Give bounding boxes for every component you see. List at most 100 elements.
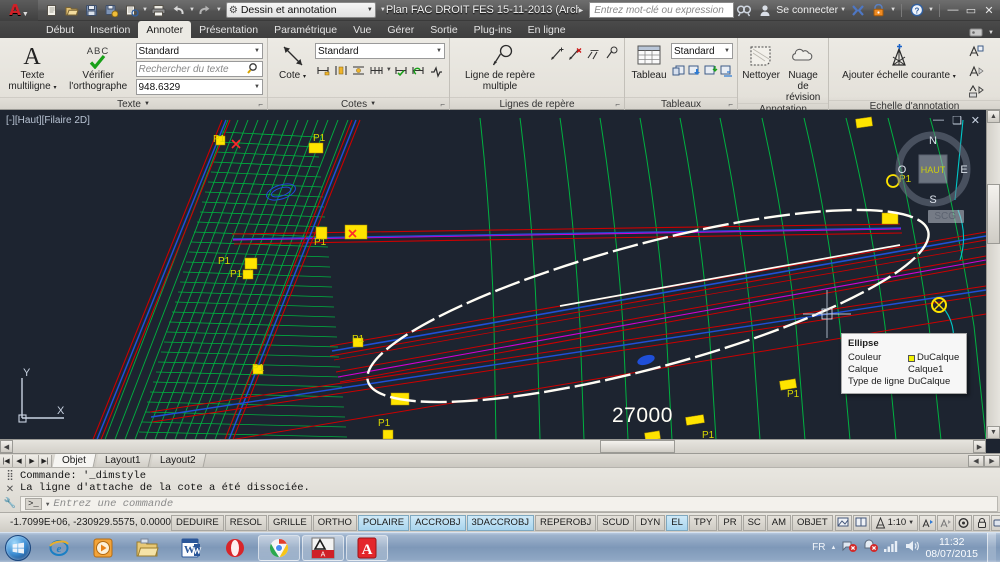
panel-title-texte[interactable]: Texte ▼ ⌐ bbox=[0, 97, 267, 110]
status-toggle-deduire[interactable]: DEDUIRE bbox=[170, 514, 224, 531]
last-layout-icon[interactable]: ▶| bbox=[39, 454, 52, 467]
status-toggle-accrobj[interactable]: ACCROBJ bbox=[410, 514, 466, 531]
status-toggle-reperobj[interactable]: REPEROBJ bbox=[535, 514, 597, 531]
chevron-down-icon[interactable]: ▼ bbox=[724, 48, 730, 54]
status-toggle-scud[interactable]: SCUD bbox=[597, 514, 635, 531]
find-text-icon[interactable] bbox=[247, 62, 260, 77]
ribbon-tab-enligne[interactable]: En ligne bbox=[520, 21, 574, 38]
dim-style-combo[interactable]: Standard ▼ bbox=[315, 43, 445, 59]
opera-icon[interactable] bbox=[214, 535, 256, 561]
coordinate-readout[interactable]: -1.7099E+06, -230929.5575, 0.0000 bbox=[0, 517, 171, 528]
revision-cloud-button[interactable]: Nuage de révision bbox=[782, 41, 824, 103]
find-text-input[interactable]: Rechercher du texte bbox=[135, 61, 263, 77]
panel-title-lignes-de-repere[interactable]: Lignes de repère ⌐ bbox=[450, 97, 624, 110]
layout-tab-layout1[interactable]: Layout1 bbox=[95, 454, 151, 467]
ribbon-tab-gerer[interactable]: Gérer bbox=[379, 21, 422, 38]
status-toggle-3daccrobj[interactable]: 3DACCROBJ bbox=[466, 514, 535, 531]
infocenter-search-input[interactable]: Entrez mot-clé ou expression bbox=[589, 2, 735, 18]
chevron-down-icon[interactable]: ▼ bbox=[840, 7, 846, 13]
layout-scroll-left-icon[interactable]: ◀ bbox=[968, 454, 984, 467]
chevron-down-icon[interactable]: ▼ bbox=[144, 101, 150, 107]
ribbon-tab-sortie[interactable]: Sortie bbox=[422, 21, 465, 38]
volume-icon[interactable] bbox=[904, 539, 920, 556]
signin-label[interactable]: Se connecter bbox=[776, 4, 838, 16]
workspace-switch-icon[interactable] bbox=[955, 514, 973, 531]
quickview-layout-icon[interactable] bbox=[834, 514, 852, 531]
windows-media-player-icon[interactable] bbox=[82, 535, 124, 561]
autodesk360-icon[interactable] bbox=[869, 1, 888, 19]
wipeout-button[interactable]: Nettoyer bbox=[742, 41, 780, 81]
show-desktop-button[interactable] bbox=[987, 532, 996, 562]
status-toggle-grille[interactable]: GRILLE bbox=[267, 514, 312, 531]
dim-inspect-icon[interactable] bbox=[393, 61, 410, 79]
table-button[interactable]: Tableau bbox=[629, 41, 669, 81]
chevron-down-icon[interactable]: ▼ bbox=[928, 7, 934, 13]
chevron-down-icon[interactable]: ▼ bbox=[189, 7, 195, 13]
chevron-down-icon[interactable]: ▼ bbox=[254, 48, 260, 54]
ribbon-tab-debut[interactable]: Début bbox=[38, 21, 82, 38]
auto-add-scale-icon[interactable] bbox=[967, 62, 985, 80]
multileader-button[interactable]: Ligne de repère multiple bbox=[454, 41, 546, 92]
internet-explorer-icon[interactable]: e bbox=[38, 535, 80, 561]
auto-scale-icon[interactable] bbox=[937, 514, 955, 531]
chevron-down-icon[interactable]: ▼ bbox=[367, 7, 373, 13]
plot-preview-icon[interactable] bbox=[122, 1, 141, 19]
status-toggle-tpy[interactable]: TPY bbox=[688, 514, 718, 531]
google-chrome-icon[interactable] bbox=[258, 534, 300, 561]
text-height-combo[interactable]: 948.6329 ▼ bbox=[135, 79, 263, 95]
chevron-down-icon[interactable]: ▼ bbox=[988, 30, 994, 36]
chevron-down-icon[interactable]: ▼ bbox=[890, 7, 896, 13]
annotation-visibility-icon[interactable] bbox=[967, 42, 985, 60]
open-file-icon[interactable] bbox=[62, 1, 81, 19]
dim-continue-icon[interactable] bbox=[368, 61, 385, 79]
chevron-down-icon[interactable]: ▼ bbox=[386, 67, 392, 73]
viewport-close-button[interactable]: ✕ bbox=[971, 114, 980, 127]
ribbon-tab-plugins[interactable]: Plug-ins bbox=[466, 21, 520, 38]
panel-title-tableaux[interactable]: Tableaux ⌐ bbox=[625, 97, 737, 110]
scroll-left-arrow-icon[interactable]: ◀ bbox=[0, 440, 13, 453]
status-toggle-sc[interactable]: SC bbox=[742, 514, 766, 531]
close-button[interactable]: ✕ bbox=[981, 3, 997, 18]
layout-tab-layout2[interactable]: Layout2 bbox=[150, 454, 206, 467]
chevron-down-icon[interactable]: ▼ bbox=[46, 501, 50, 508]
spell-check-button[interactable]: ABC Vérifier l'orthographe bbox=[63, 41, 134, 92]
dim-update-icon[interactable] bbox=[411, 61, 428, 79]
layout-scroll-right-icon[interactable]: ▶ bbox=[984, 454, 1000, 467]
exchange-apps-icon[interactable] bbox=[848, 1, 867, 19]
status-toggle-polaire[interactable]: POLAIRE bbox=[357, 514, 410, 531]
viewport-minimize-button[interactable]: — bbox=[933, 114, 944, 126]
viewport-restore-button[interactable]: ❑ bbox=[952, 114, 962, 127]
network-icon[interactable] bbox=[841, 539, 858, 556]
save-icon[interactable] bbox=[82, 1, 101, 19]
view-cube[interactable]: HAUT N E S O bbox=[894, 130, 972, 208]
scroll-down-arrow-icon[interactable]: ▼ bbox=[987, 426, 1000, 439]
plot-icon[interactable] bbox=[149, 1, 168, 19]
sync-scale-icon[interactable] bbox=[967, 82, 985, 100]
add-current-scale-button[interactable]: Ajouter échelle courante ▾ bbox=[833, 41, 965, 83]
canvas-vertical-scrollbar[interactable]: ▲ ▼ bbox=[986, 110, 1000, 439]
lock-toolbars-icon[interactable] bbox=[973, 514, 991, 531]
align-leader-icon[interactable] bbox=[585, 45, 602, 63]
status-toggle-el[interactable]: EL bbox=[666, 514, 688, 531]
upload-to-source-icon[interactable] bbox=[719, 61, 734, 79]
chevron-down-icon[interactable]: ▼ bbox=[142, 7, 148, 13]
save-as-icon[interactable] bbox=[102, 1, 121, 19]
collect-leader-icon[interactable] bbox=[603, 45, 620, 63]
chevron-down-icon[interactable]: ▼ bbox=[908, 520, 914, 526]
ucs-scg-badge[interactable]: SCG bbox=[928, 210, 964, 223]
dimension-value-text[interactable]: 27000 bbox=[612, 404, 673, 428]
dim-linear-icon[interactable] bbox=[315, 61, 332, 79]
signal-strength-icon[interactable] bbox=[883, 539, 899, 556]
multiline-text-button[interactable]: A Texte multiligne ▾ bbox=[4, 41, 61, 94]
application-menu-button[interactable]: A ▼ bbox=[0, 0, 38, 21]
command-input[interactable]: >_ ▼ Entrez une commande bbox=[20, 496, 998, 512]
close-icon[interactable]: ✕ bbox=[6, 484, 14, 495]
dim-break-icon[interactable] bbox=[333, 61, 350, 79]
status-toggle-resol[interactable]: RESOL bbox=[224, 514, 267, 531]
language-indicator[interactable]: FR bbox=[812, 542, 825, 553]
status-toggle-pr[interactable]: PR bbox=[718, 514, 742, 531]
workspace-switch-combo[interactable]: ⚙ Dessin et annotation ▼ bbox=[225, 2, 376, 18]
status-toggle-dyn[interactable]: DYN bbox=[635, 514, 666, 531]
document-menu-chevron-icon[interactable]: ▶ bbox=[579, 7, 584, 14]
horizontal-scroll-thumb[interactable] bbox=[600, 440, 675, 453]
